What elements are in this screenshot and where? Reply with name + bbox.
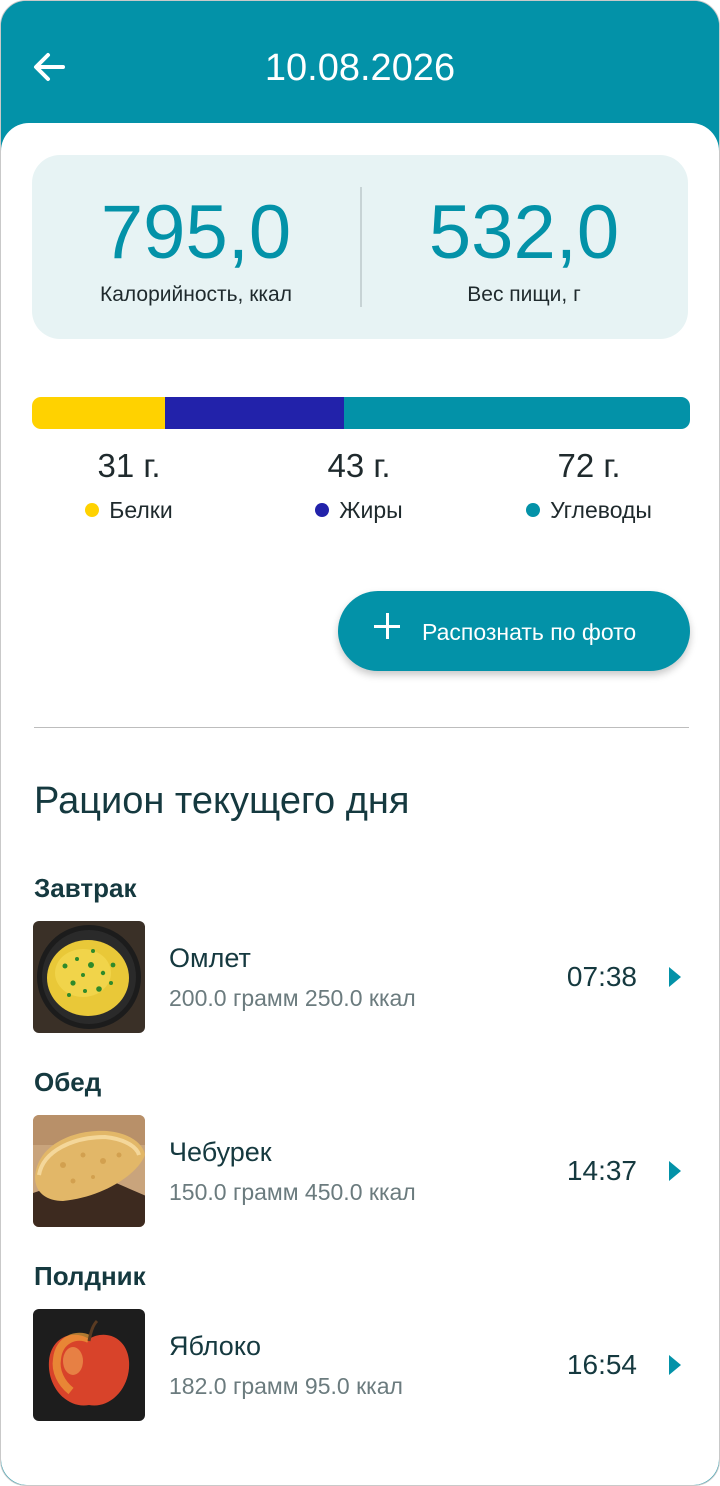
weight-label: Вес пищи, г <box>467 283 581 306</box>
section-divider <box>34 727 689 728</box>
app-header: 10.08.2026 <box>1 1 719 141</box>
protein-stat: 31 г. Белки <box>19 443 239 525</box>
protein-label: Белки <box>109 497 173 523</box>
meal-row-breakfast[interactable]: Омлет 200.0 грамм 250.0 ккал 07:38 <box>1 921 719 1033</box>
fat-segment <box>165 397 345 429</box>
meal-header-snack: Полдник <box>34 1261 146 1291</box>
protein-value: 31 г. <box>97 447 161 484</box>
fat-label: Жиры <box>339 497 403 523</box>
protein-dot <box>85 503 100 517</box>
meal-time: 07:38 <box>566 961 637 992</box>
meal-time: 14:37 <box>566 1155 637 1186</box>
meal-name: Чебурек <box>169 1137 272 1167</box>
carbs-dot <box>526 503 541 517</box>
meal-row-snack[interactable]: Яблоко 182.0 грамм 95.0 ккал 16:54 <box>1 1309 719 1421</box>
chevron-right-icon[interactable] <box>667 1353 683 1377</box>
carbs-stat: 72 г. Углеводы <box>479 443 699 525</box>
chevron-right-icon[interactable] <box>667 1159 683 1183</box>
meal-name: Омлет <box>169 943 251 973</box>
calories-summary: 795,0 Калорийность, ккал <box>32 155 360 339</box>
apple-image <box>33 1309 145 1421</box>
meal-info: 150.0 грамм 450.0 ккал <box>169 1179 416 1205</box>
recognize-photo-label: Распознать по фото <box>422 619 637 645</box>
fat-dot <box>315 503 330 517</box>
omelet-image <box>33 921 145 1033</box>
fat-value: 43 г. <box>327 447 391 484</box>
meal-time: 16:54 <box>566 1349 637 1380</box>
macro-bar <box>32 397 690 429</box>
carbs-label: Углеводы <box>550 497 652 523</box>
meal-header-breakfast: Завтрак <box>34 873 137 903</box>
section-title: Рацион текущего дня <box>34 780 410 822</box>
fat-stat: 43 г. Жиры <box>249 443 469 525</box>
meal-info: 182.0 грамм 95.0 ккал <box>169 1373 403 1399</box>
calories-label: Калорийность, ккал <box>100 283 292 306</box>
meal-info: 200.0 грамм 250.0 ккал <box>169 985 416 1011</box>
carbs-value: 72 г. <box>557 447 621 484</box>
content-sheet: 795,0 Калорийность, ккал 532,0 Вес пищи,… <box>1 123 719 1485</box>
phone-frame: 10.08.2026 795,0 Калорийность, ккал 532,… <box>0 0 720 1486</box>
page-title: 10.08.2026 <box>264 47 456 89</box>
meal-name: Яблоко <box>169 1331 261 1361</box>
cheburek-image <box>33 1115 145 1227</box>
calories-value: 795,0 <box>100 190 292 275</box>
chevron-right-icon[interactable] <box>667 965 683 989</box>
meal-row-lunch[interactable]: Чебурек 150.0 грамм 450.0 ккал 14:37 <box>1 1115 719 1227</box>
weight-summary: 532,0 Вес пищи, г <box>360 155 688 339</box>
recognize-photo-button[interactable]: Распознать по фото <box>338 591 690 671</box>
carbs-segment <box>344 397 690 429</box>
meal-header-lunch: Обед <box>34 1067 102 1097</box>
weight-value: 532,0 <box>428 190 620 275</box>
summary-card: 795,0 Калорийность, ккал 532,0 Вес пищи,… <box>32 155 688 339</box>
protein-segment <box>32 397 166 429</box>
plus-icon <box>374 613 400 639</box>
